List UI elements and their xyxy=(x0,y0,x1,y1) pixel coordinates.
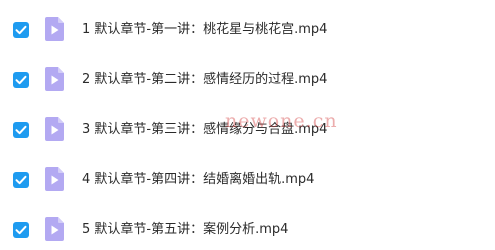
video-file-icon xyxy=(45,167,64,191)
video-file-icon xyxy=(45,17,64,41)
file-name[interactable]: 4 默认章节-第四讲：结婚离婚出轨.mp4 xyxy=(82,171,314,189)
file-name[interactable]: 1 默认章节-第一讲：桃花星与桃花宫.mp4 xyxy=(82,21,327,39)
checkbox-checked[interactable] xyxy=(13,22,29,38)
checkmark-icon xyxy=(15,175,27,185)
checkmark-icon xyxy=(15,25,27,35)
file-row[interactable]: 4 默认章节-第四讲：结婚离婚出轨.mp4 xyxy=(0,154,495,204)
checkmark-icon xyxy=(15,125,27,135)
checkbox-checked[interactable] xyxy=(13,72,29,88)
checkmark-icon xyxy=(15,75,27,85)
checkbox-checked[interactable] xyxy=(13,222,29,238)
checkmark-icon xyxy=(15,225,27,235)
file-row[interactable]: 5 默认章节-第五讲：案例分析.mp4 xyxy=(0,204,495,250)
file-row[interactable]: 1 默认章节-第一讲：桃花星与桃花宫.mp4 xyxy=(0,4,495,54)
file-name[interactable]: 3 默认章节-第三讲：感情缘分与合盘.mp4 xyxy=(82,121,327,139)
file-row[interactable]: 2 默认章节-第二讲：感情经历的过程.mp4 xyxy=(0,54,495,104)
file-name[interactable]: 5 默认章节-第五讲：案例分析.mp4 xyxy=(82,221,288,239)
video-file-icon xyxy=(45,217,64,241)
video-file-icon xyxy=(45,117,64,141)
file-name[interactable]: 2 默认章节-第二讲：感情经历的过程.mp4 xyxy=(82,71,327,89)
checkbox-checked[interactable] xyxy=(13,122,29,138)
video-file-icon xyxy=(45,67,64,91)
checkbox-checked[interactable] xyxy=(13,172,29,188)
file-row[interactable]: 3 默认章节-第三讲：感情缘分与合盘.mp4 xyxy=(0,104,495,154)
file-list: 1 默认章节-第一讲：桃花星与桃花宫.mp4 2 默认章节-第二讲：感情经历的过… xyxy=(0,0,495,250)
